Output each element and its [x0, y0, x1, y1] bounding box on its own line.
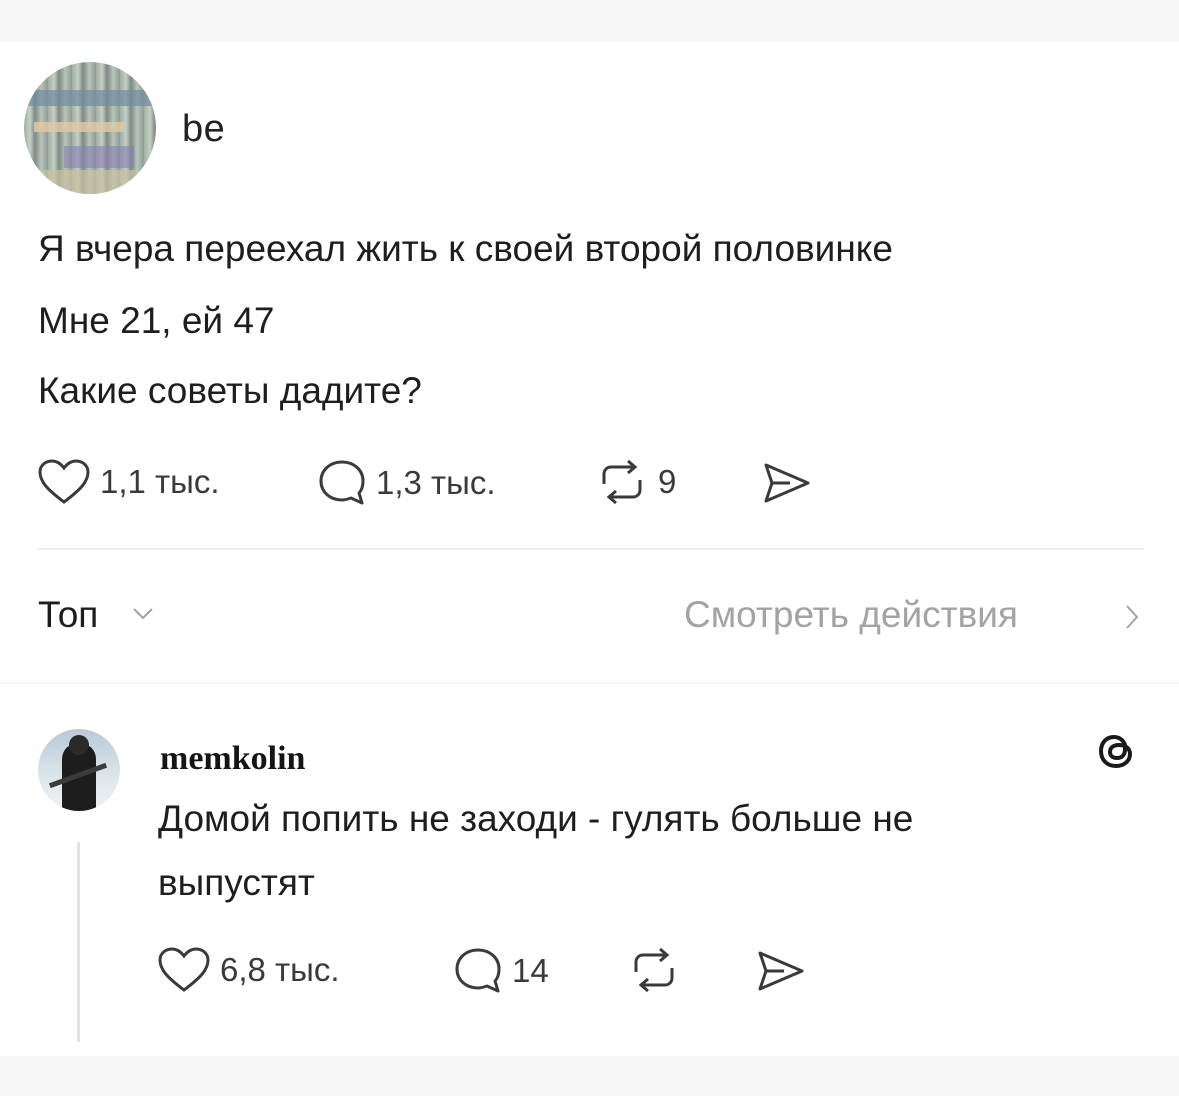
- chevron-right-icon[interactable]: [1124, 603, 1140, 631]
- heart-icon: [38, 459, 90, 504]
- repost-icon: [602, 459, 642, 505]
- author-username[interactable]: be: [182, 108, 225, 151]
- like-count: 1,1 тыс.: [100, 463, 220, 500]
- threads-post-screen: be Я вчера переехал жить к своей второй …: [0, 0, 1179, 1096]
- divider: [38, 548, 1144, 550]
- share-button[interactable]: [760, 460, 814, 506]
- comment-bubble-icon: [455, 948, 501, 993]
- reply-like-count: 6,8 тыс.: [220, 951, 340, 988]
- reply-author-username[interactable]: memkolin: [160, 740, 305, 778]
- thread-connector-line: [77, 842, 80, 1042]
- reply-text-line: выпустят: [158, 862, 315, 903]
- reply-like-button[interactable]: 6,8 тыс.: [156, 946, 340, 994]
- sort-dropdown-label[interactable]: Топ: [38, 594, 98, 636]
- author-avatar[interactable]: [24, 62, 156, 194]
- chevron-down-icon[interactable]: [132, 607, 154, 621]
- reply-comment-count: 14: [512, 952, 549, 989]
- repost-icon: [634, 947, 674, 993]
- comment-button[interactable]: 1,3 тыс.: [316, 458, 496, 508]
- comment-count: 1,3 тыс.: [376, 464, 496, 501]
- post-text-line: Я вчера переехал жить к своей второй пол…: [38, 228, 893, 269]
- send-icon: [764, 463, 810, 503]
- repost-count: 9: [658, 463, 677, 500]
- reply-text-line: Домой попить не заходи - гулять больше н…: [158, 798, 914, 839]
- repost-button[interactable]: 9: [594, 458, 676, 506]
- reply-author-avatar[interactable]: [38, 729, 120, 811]
- post-text-line: Какие советы дадите?: [38, 370, 422, 411]
- reply-repost-button[interactable]: [626, 946, 682, 994]
- reply-comment-button[interactable]: 14: [452, 946, 549, 996]
- heart-icon: [158, 947, 210, 992]
- like-button[interactable]: 1,1 тыс.: [36, 458, 220, 506]
- post-text-line: Мне 21, ей 47: [38, 300, 275, 341]
- comment-bubble-icon: [319, 460, 365, 505]
- reply-share-button[interactable]: [754, 948, 808, 994]
- view-activity-link[interactable]: Смотреть действия: [684, 594, 1018, 636]
- post-card: [0, 42, 1179, 682]
- send-icon: [758, 951, 804, 991]
- threads-logo-icon: [1098, 734, 1133, 769]
